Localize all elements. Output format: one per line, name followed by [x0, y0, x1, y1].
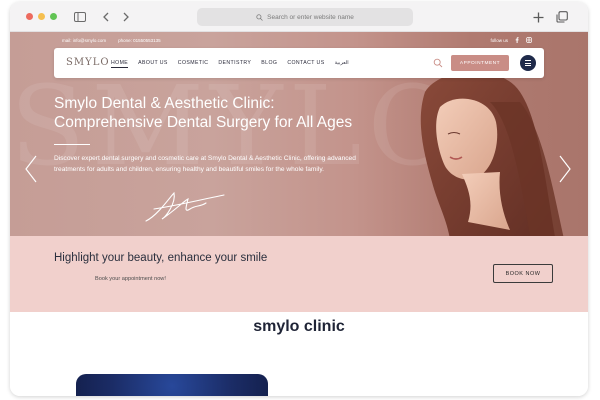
- menu-icon[interactable]: [520, 55, 536, 71]
- hero-title-line1: Smylo Dental & Aesthetic Clinic:: [54, 95, 275, 112]
- close-window-button[interactable]: [26, 13, 33, 20]
- minimize-window-button[interactable]: [38, 13, 45, 20]
- nav-language-arabic[interactable]: العربية: [335, 60, 349, 68]
- search-icon: [256, 13, 263, 21]
- back-icon[interactable]: [98, 8, 114, 26]
- main-nav: HOME ABOUT US COSMETIC DENTISTRY BLOG CO…: [111, 60, 349, 68]
- hero-divider: [54, 144, 90, 145]
- browser-window: Search or enter website name SMYLO mail:…: [10, 2, 588, 396]
- search-icon[interactable]: [433, 58, 443, 68]
- contact-topbar: mail: info@smylo.com phone: 01550553135 …: [62, 36, 532, 46]
- instagram-icon[interactable]: [526, 37, 532, 43]
- tabs-overview-icon[interactable]: [554, 8, 570, 26]
- main-navbar: SMYLO HOME ABOUT US COSMETIC DENTISTRY B…: [54, 48, 544, 78]
- nav-blog[interactable]: BLOG: [261, 60, 277, 68]
- clinic-section: smylo clinic: [10, 312, 588, 396]
- facebook-icon[interactable]: [514, 37, 520, 43]
- arrow-left-icon[interactable]: [24, 154, 38, 184]
- nav-about-us[interactable]: ABOUT US: [138, 60, 168, 68]
- hero-title: Smylo Dental & Aesthetic Clinic: Compreh…: [54, 94, 394, 132]
- address-bar[interactable]: Search or enter website name: [197, 8, 413, 26]
- nav-contact-us[interactable]: CONTACT US: [287, 60, 324, 68]
- signature-icon: [145, 191, 225, 222]
- sidebar-toggle-icon[interactable]: [72, 8, 88, 26]
- contact-phone[interactable]: phone: 01550553135: [118, 38, 161, 43]
- book-now-button[interactable]: BOOK NOW: [493, 264, 553, 283]
- hero-description: Discover expert dental surgery and cosme…: [54, 155, 356, 173]
- new-tab-icon[interactable]: [530, 8, 546, 26]
- browser-toolbar: Search or enter website name: [10, 2, 588, 32]
- nav-dentistry[interactable]: DENTISTRY: [218, 60, 251, 68]
- follow-us-label: follow us: [490, 37, 508, 43]
- appointment-button[interactable]: APPOINTMENT: [451, 55, 509, 71]
- beauty-banner: Highlight your beauty, enhance your smil…: [10, 236, 588, 312]
- section-title: smylo clinic: [253, 318, 345, 335]
- hero-portrait-image: [420, 71, 564, 236]
- clinic-card-image: [76, 374, 268, 396]
- hero-title-line2: Comprehensive Dental Surgery for All Age…: [54, 114, 353, 131]
- nav-cosmetic[interactable]: COSMETIC: [178, 60, 209, 68]
- banner-subtitle: Book your appointment now!: [95, 276, 166, 282]
- address-placeholder: Search or enter website name: [267, 13, 354, 21]
- banner-title: Highlight your beauty, enhance your smil…: [54, 252, 268, 264]
- hero-section: SMYLO mail: info@smylo.com phone: 015505…: [10, 32, 588, 236]
- maximize-window-button[interactable]: [50, 13, 57, 20]
- nav-home[interactable]: HOME: [111, 60, 129, 68]
- arrow-right-icon[interactable]: [558, 154, 572, 184]
- forward-icon[interactable]: [118, 8, 134, 26]
- site-logo[interactable]: SMYLO: [66, 57, 110, 68]
- contact-mail[interactable]: mail: info@smylo.com: [62, 38, 106, 43]
